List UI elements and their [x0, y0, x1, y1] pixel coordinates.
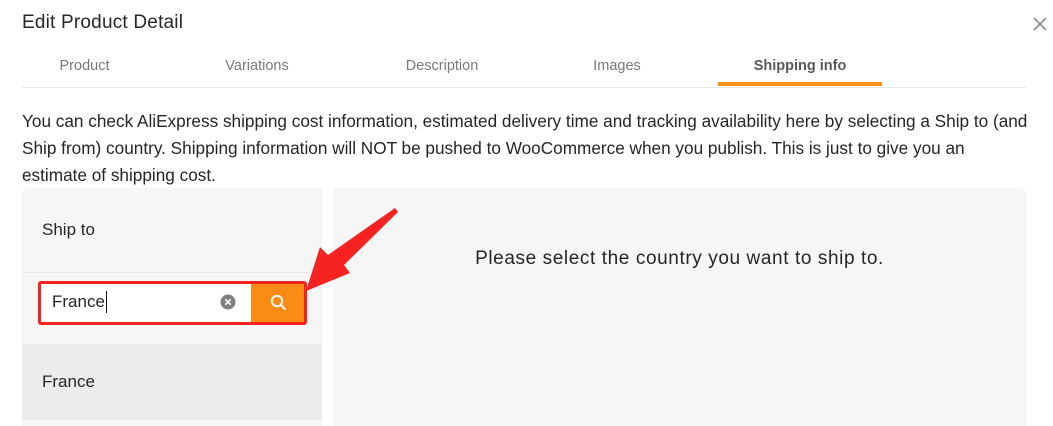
country-result-item[interactable]: France [22, 344, 322, 420]
country-result-label: France [42, 372, 95, 391]
clear-icon [220, 294, 236, 310]
country-search-input[interactable]: France [52, 291, 107, 313]
tab-shipping-info[interactable]: Shipping info [718, 50, 882, 86]
divider [22, 272, 322, 273]
shipping-info-panel: Please select the country you want to sh… [333, 188, 1026, 426]
tab-description[interactable]: Description [362, 50, 522, 86]
country-search: France [39, 281, 305, 324]
search-button[interactable] [251, 281, 305, 324]
tab-variations[interactable]: Variations [180, 50, 334, 86]
close-icon [1033, 17, 1047, 31]
search-icon [270, 294, 286, 310]
modal-title: Edit Product Detail [22, 12, 184, 33]
country-search-field[interactable]: France [39, 281, 252, 324]
active-tab-indicator [718, 82, 882, 86]
shipping-notice: You can check AliExpress shipping cost i… [22, 111, 1028, 185]
ship-to-label: Ship to [42, 220, 95, 239]
clear-search-button[interactable] [220, 294, 236, 310]
close-button[interactable] [1028, 12, 1052, 36]
tab-images[interactable]: Images [552, 50, 682, 86]
select-country-message: Please select the country you want to sh… [475, 248, 884, 269]
ship-to-panel: Ship to France France [22, 188, 322, 426]
tab-bar: Product Variations Description Images Sh… [22, 50, 1026, 88]
tab-product[interactable]: Product [22, 50, 147, 86]
edit-product-modal: Edit Product Detail Product Variations D… [0, 0, 1053, 426]
